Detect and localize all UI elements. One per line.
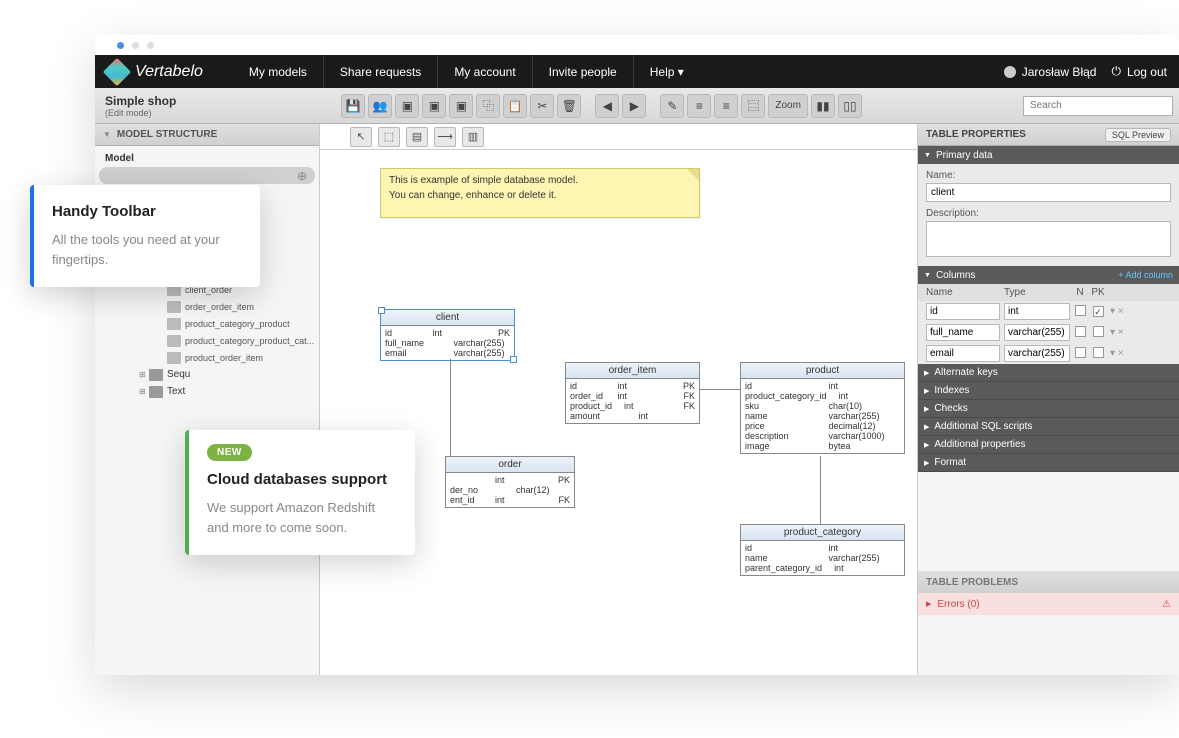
tree-selected-item[interactable]: ⊕ [99,167,315,184]
callout-title: Cloud databases support [207,471,397,488]
nav-share-requests[interactable]: Share requests [324,55,437,88]
table-tool-icon[interactable]: ▤ [406,127,428,147]
tree-ref-item[interactable]: product_category_product_cat... [95,332,319,349]
entity-client[interactable]: client idintPK full_namevarchar(255) ema… [380,309,515,361]
collapsed-section[interactable]: Indexes [918,382,1179,400]
nav-invite-people[interactable]: Invite people [533,55,633,88]
collapsed-section[interactable]: Format [918,454,1179,472]
export-xml-icon[interactable]: ▣ [449,94,473,118]
arrange-icon[interactable]: ⿳ [741,94,765,118]
edit-icon[interactable]: ✎ [660,94,684,118]
columns-header-row: Name Type N PK [918,284,1179,301]
reference-tool-icon[interactable]: ⟶ [434,127,456,147]
col-type-input[interactable] [1004,303,1070,320]
col-type-input[interactable] [1004,324,1070,341]
user-menu[interactable]: Jarosław Błąd [1004,65,1097,79]
problems-panel-header[interactable]: TABLE PROBLEMS [918,571,1179,593]
desc-label: Description: [926,208,1171,219]
entity-product[interactable]: product idint product_category_idint sku… [740,362,905,454]
table-name-input[interactable] [926,183,1171,202]
export-png-icon[interactable]: ▣ [395,94,419,118]
window-traffic-lights [95,35,1179,55]
table-desc-input[interactable] [926,221,1171,257]
main-toolbar: Simple shop (Edit mode) 💾 👥 ▣ ▣ ▣ ⿻ 📋 ✂ … [95,88,1179,124]
pk-checkbox[interactable] [1093,306,1104,317]
power-icon: ⏻ [1111,64,1121,79]
primary-data-section[interactable]: Primary data [918,146,1179,164]
add-column-button[interactable]: + Add column [1118,270,1173,280]
col-name-input[interactable] [926,303,1000,320]
sql-preview-button[interactable]: SQL Preview [1105,128,1171,142]
align-left-icon[interactable]: ≡ [687,94,711,118]
column-row[interactable]: ▾ × [918,322,1179,343]
tree-ref-item[interactable]: product_order_item [95,349,319,366]
callout-toolbar: Handy Toolbar All the tools you need at … [30,185,260,287]
zoom-button[interactable]: Zoom [768,94,808,118]
model-title[interactable]: Simple shop (Edit mode) [101,94,176,118]
entity-order[interactable]: order intPK der_nochar(12) ent_idintFK [445,456,575,508]
note-tool-icon[interactable]: ▥ [462,127,484,147]
diagram-canvas[interactable]: ↖ ⬚ ▤ ⟶ ▥ This is example of simple data… [320,124,917,675]
col-name-input[interactable] [926,324,1000,341]
col-type-input[interactable] [1004,345,1070,362]
redo-icon[interactable]: ▶ [622,94,646,118]
vertabelo-icon [103,57,131,85]
callout-title: Handy Toolbar [52,203,242,220]
pk-checkbox[interactable] [1093,326,1104,337]
pointer-tool-icon[interactable]: ↖ [350,127,372,147]
undo-icon[interactable]: ◀ [595,94,619,118]
nullable-checkbox[interactable] [1075,347,1086,358]
col-name-input[interactable] [926,345,1000,362]
nav-my-account[interactable]: My account [438,55,531,88]
nullable-checkbox[interactable] [1075,305,1086,316]
brand-text: Vertabelo [135,63,203,81]
cut-icon[interactable]: ✂ [530,94,554,118]
nav-my-models[interactable]: My models [233,55,323,88]
tree-ref-item[interactable]: order_order_item [95,298,319,315]
paste-icon[interactable]: 📋 [503,94,527,118]
user-name: Jarosław Błąd [1022,65,1097,79]
copy-icon[interactable]: ⿻ [476,94,500,118]
user-icon [1004,66,1016,78]
brand-logo[interactable]: Vertabelo [107,62,203,82]
collapsed-section[interactable]: Checks [918,400,1179,418]
errors-row[interactable]: Errors (0) [918,593,1179,615]
collapsed-section[interactable]: Additional properties [918,436,1179,454]
save-icon[interactable]: 💾 [341,94,365,118]
entity-order-item[interactable]: order_item idintPK order_idintFK product… [565,362,700,424]
pk-checkbox[interactable] [1093,347,1104,358]
column-row[interactable]: ▾ × [918,343,1179,364]
properties-panel-header: TABLE PROPERTIES SQL Preview [918,124,1179,146]
collapsed-section[interactable]: Alternate keys [918,364,1179,382]
view-mode-2-icon[interactable]: ▯▯ [838,94,862,118]
callout-body: All the tools you need at your fingertip… [52,230,242,269]
align-right-icon[interactable]: ≡ [714,94,738,118]
callout-cloud-db: NEW Cloud databases support We support A… [185,430,415,555]
column-row[interactable]: ▾ × [918,301,1179,322]
marquee-tool-icon[interactable]: ⬚ [378,127,400,147]
tree-root[interactable]: Model [95,150,319,167]
nav-help[interactable]: Help ▾ [634,55,700,88]
logout-button[interactable]: ⏻ Log out [1111,64,1167,79]
collapsed-section[interactable]: Additional SQL scripts [918,418,1179,436]
add-icon[interactable]: ⊕ [297,169,307,183]
structure-panel-header[interactable]: MODEL STRUCTURE [95,124,319,146]
delete-icon[interactable]: 🗑 [557,94,581,118]
columns-section[interactable]: Columns + Add column [918,266,1179,284]
tree-sequences[interactable]: ⊞Sequ [95,366,319,383]
export-sql-icon[interactable]: ▣ [422,94,446,118]
search-input[interactable] [1023,96,1173,116]
entity-product-category[interactable]: product_category idint namevarchar(255) … [740,524,905,576]
top-nav: Vertabelo My models Share requests My ac… [95,55,1179,88]
new-badge: NEW [207,444,252,461]
name-label: Name: [926,170,1171,181]
group-icon[interactable]: 👥 [368,94,392,118]
sticky-note[interactable]: This is example of simple database model… [380,168,700,218]
view-mode-1-icon[interactable]: ▮▮ [811,94,835,118]
nullable-checkbox[interactable] [1075,326,1086,337]
tree-text-notes[interactable]: ⊞Text [95,383,319,400]
tree-ref-item[interactable]: product_category_product [95,315,319,332]
callout-body: We support Amazon Redshift and more to c… [207,498,397,537]
